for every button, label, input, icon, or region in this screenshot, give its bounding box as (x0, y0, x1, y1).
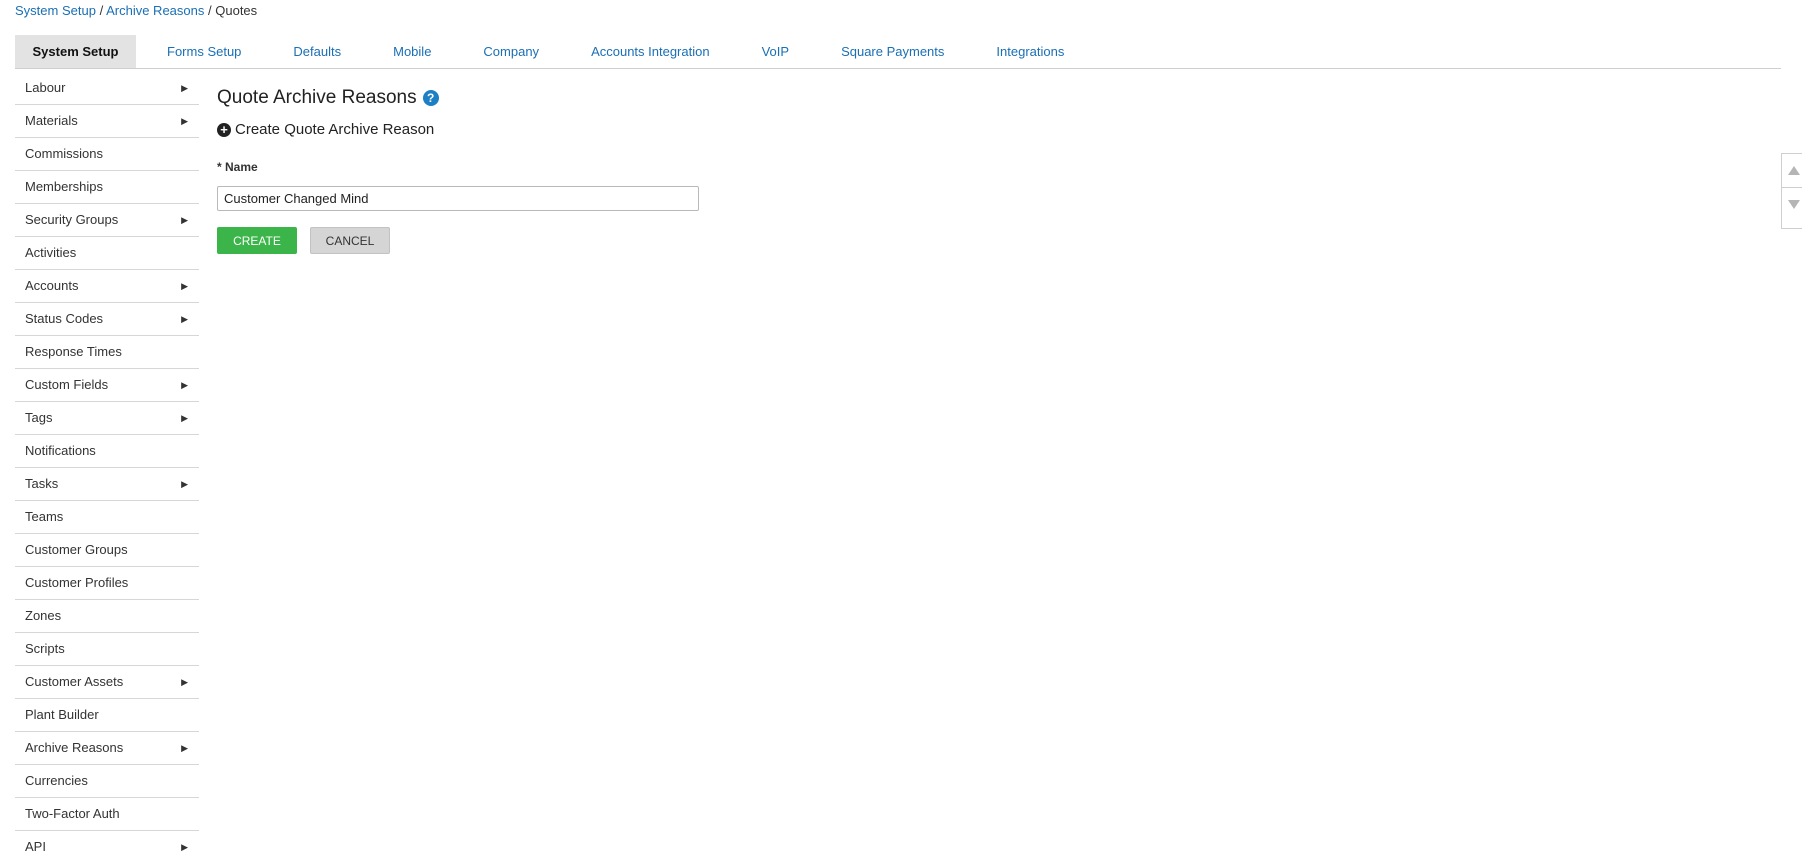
caret-right-icon: ▶ (181, 83, 188, 93)
sidebar-item-label: Commissions (25, 146, 104, 161)
cancel-button[interactable]: CANCEL (310, 227, 390, 254)
sidebar-item-materials[interactable]: Materials ▶ (15, 105, 199, 138)
sidebar-item-label: Zones (25, 608, 62, 623)
main-content: Quote Archive Reasons ? + Create Quote A… (217, 86, 699, 254)
sidebar-item-accounts[interactable]: Accounts ▶ (15, 270, 199, 303)
sidebar-item-customer-groups[interactable]: Customer Groups (15, 534, 199, 567)
sidebar-item-label: Materials (25, 113, 78, 128)
caret-right-icon: ▶ (181, 479, 188, 489)
top-tab-bar: System Setup Forms Setup Defaults Mobile… (15, 35, 1781, 69)
sidebar-item-security-groups[interactable]: Security Groups ▶ (15, 204, 199, 237)
sidebar-item-label: Two-Factor Auth (25, 806, 120, 821)
create-link-label: Create Quote Archive Reason (235, 121, 435, 138)
tab-mobile[interactable]: Mobile (367, 35, 457, 68)
caret-right-icon: ▶ (181, 413, 188, 423)
name-field-label: * Name (217, 160, 258, 174)
name-input[interactable] (217, 186, 699, 211)
scroll-divider (1782, 187, 1802, 188)
caret-right-icon: ▶ (181, 215, 188, 225)
sidebar-item-label: Response Times (25, 344, 122, 359)
sidebar-item-two-factor-auth[interactable]: Two-Factor Auth (15, 798, 199, 831)
caret-right-icon: ▶ (181, 314, 188, 324)
tab-company[interactable]: Company (457, 35, 565, 68)
sidebar-item-scripts[interactable]: Scripts (15, 633, 199, 666)
breadcrumb-current: Quotes (215, 3, 258, 18)
sidebar-item-zones[interactable]: Zones (15, 600, 199, 633)
name-label-text: Name (225, 160, 258, 174)
tab-defaults[interactable]: Defaults (267, 35, 367, 68)
tab-accounts-integration[interactable]: Accounts Integration (565, 35, 736, 68)
sidebar-item-label: Plant Builder (25, 707, 99, 722)
sidebar-item-response-times[interactable]: Response Times (15, 336, 199, 369)
sidebar-item-activities[interactable]: Activities (15, 237, 199, 270)
page-title-row: Quote Archive Reasons ? (217, 86, 439, 110)
sidebar-item-label: Scripts (25, 641, 65, 656)
caret-right-icon: ▶ (181, 380, 188, 390)
tab-square-payments[interactable]: Square Payments (815, 35, 970, 68)
triangle-down-icon[interactable] (1788, 200, 1800, 209)
sidebar-item-memberships[interactable]: Memberships (15, 171, 199, 204)
sidebar-item-teams[interactable]: Teams (15, 501, 199, 534)
breadcrumb-link-archive-reasons[interactable]: Archive Reasons (106, 3, 204, 18)
sidebar-item-label: Tags (25, 410, 53, 425)
create-button[interactable]: CREATE (217, 227, 297, 254)
sidebar-item-label: Teams (25, 509, 64, 524)
sidebar-item-label: Status Codes (25, 311, 104, 326)
breadcrumb-separator: / (208, 3, 212, 18)
breadcrumb: System Setup / Archive Reasons / Quotes (15, 3, 257, 18)
sidebar-item-currencies[interactable]: Currencies (15, 765, 199, 798)
caret-right-icon: ▶ (181, 116, 188, 126)
caret-right-icon: ▶ (181, 842, 188, 852)
sidebar-item-label: Currencies (25, 773, 88, 788)
sidebar-item-label: Tasks (25, 476, 59, 491)
sidebar-item-label: Memberships (25, 179, 104, 194)
sidebar-item-customer-profiles[interactable]: Customer Profiles (15, 567, 199, 600)
caret-right-icon: ▶ (181, 743, 188, 753)
sidebar-item-customer-assets[interactable]: Customer Assets ▶ (15, 666, 199, 699)
tab-forms-setup[interactable]: Forms Setup (141, 35, 267, 68)
sidebar-item-label: Activities (25, 245, 77, 260)
sidebar-item-label: Customer Assets (25, 674, 124, 689)
sidebar-item-labour[interactable]: Labour ▶ (15, 72, 199, 105)
caret-right-icon: ▶ (181, 677, 188, 687)
sidebar-item-label: Customer Groups (25, 542, 128, 557)
sidebar-item-archive-reasons[interactable]: Archive Reasons ▶ (15, 732, 199, 765)
sidebar-menu: Labour ▶ Materials ▶ Commissions Membershi… (15, 72, 199, 863)
sidebar-item-tasks[interactable]: Tasks ▶ (15, 468, 199, 501)
sidebar-item-label: Labour (25, 80, 66, 95)
triangle-up-icon[interactable] (1788, 166, 1800, 175)
sidebar-item-label: Archive Reasons (25, 740, 124, 755)
plus-circle-icon: + (217, 122, 231, 137)
sidebar-item-label: Customer Profiles (25, 575, 129, 590)
breadcrumb-separator: / (99, 3, 104, 18)
required-marker: * (217, 160, 222, 174)
caret-right-icon: ▶ (181, 281, 188, 291)
sidebar-item-label: Custom Fields (25, 377, 109, 392)
sidebar-item-commissions[interactable]: Commissions (15, 138, 199, 171)
sidebar-item-label: API (25, 839, 46, 854)
sidebar-item-api[interactable]: API ▶ (15, 831, 199, 863)
breadcrumb-link-system-setup[interactable]: System Setup (15, 3, 96, 18)
create-quote-archive-reason-link[interactable]: + Create Quote Archive Reason (217, 121, 434, 138)
sidebar-item-custom-fields[interactable]: Custom Fields ▶ (15, 369, 199, 402)
sidebar-item-label: Accounts (25, 278, 79, 293)
tab-integrations[interactable]: Integrations (970, 35, 1090, 68)
sidebar-item-notifications[interactable]: Notifications (15, 435, 199, 468)
sidebar-item-status-codes[interactable]: Status Codes ▶ (15, 303, 199, 336)
tab-voip[interactable]: VoIP (736, 35, 815, 68)
sidebar-item-label: Notifications (25, 443, 96, 458)
tab-system-setup[interactable]: System Setup (15, 35, 136, 68)
sidebar-item-label: Security Groups (25, 212, 119, 227)
question-circle-icon[interactable]: ? (422, 90, 439, 106)
sidebar-item-tags[interactable]: Tags ▶ (15, 402, 199, 435)
scroll-widget (1781, 153, 1802, 229)
sidebar-item-plant-builder[interactable]: Plant Builder (15, 699, 199, 732)
page-title: Quote Archive Reasons (217, 87, 417, 108)
